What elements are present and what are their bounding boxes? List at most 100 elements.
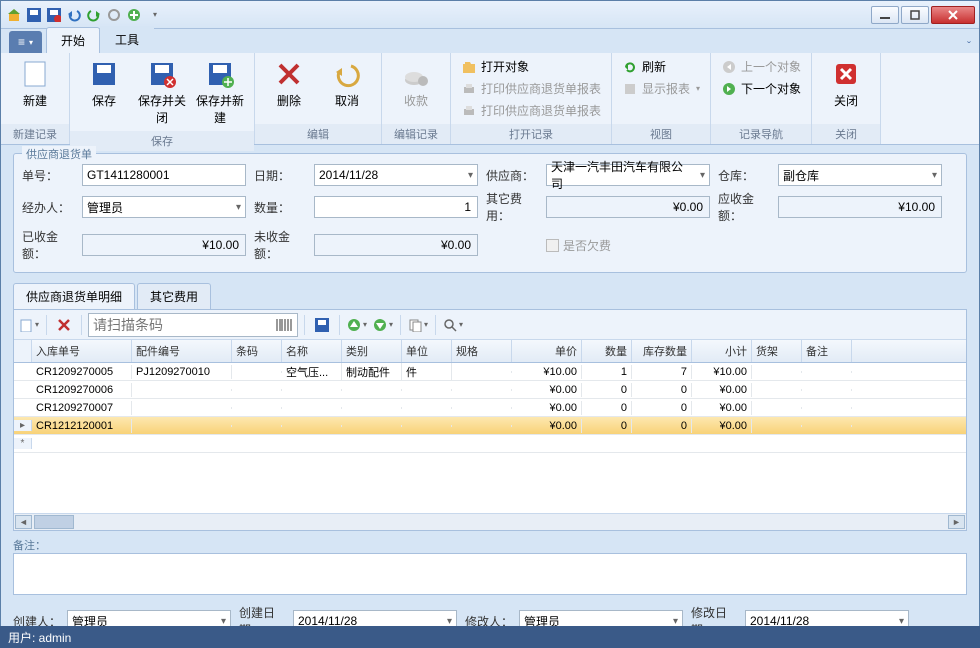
group-edit-record: 编辑记录 [382,124,450,144]
receivable-label: 应收金额： [718,190,774,224]
received-label: 已收金额： [22,228,78,262]
save-new-button[interactable]: 保存并新建 [192,56,248,128]
group-close: 关闭 [812,124,880,144]
show-report-button: 显示报表▾ [618,78,704,99]
qty-input[interactable] [314,196,478,218]
cancel-button[interactable]: 取消 [319,56,375,111]
unreceived-label: 未收金额： [254,228,310,262]
grid[interactable]: 入库单号 配件编号 条码 名称 类别 单位 规格 单价 数量 库存数量 小计 货… [14,340,966,530]
delete-label: 删除 [277,92,301,109]
save-close-label: 保存并关闭 [136,92,188,126]
status-user: 用户: admin [8,629,71,646]
barcode-input[interactable] [88,313,298,337]
delete-icon [273,58,305,90]
ribbon: 新建 新建记录 保存 保存并关闭 保存并新建 保存 删除 [1,53,979,145]
start-tab[interactable]: 开始 [46,27,100,53]
cancel-icon [331,58,363,90]
save-icon[interactable] [25,6,43,24]
warehouse-combo[interactable]: 副仓库 [778,164,942,186]
group-save: 保存 [70,131,254,151]
group-new-record: 新建记录 [1,124,69,144]
otherfee-input [546,196,710,218]
refresh-button[interactable]: 刷新 [618,56,704,77]
file-tab[interactable]: ≡▾ [9,31,42,53]
collect-icon [400,58,432,90]
date-input[interactable]: 2014/11/28 [314,164,478,186]
save-close-button[interactable]: 保存并关闭 [134,56,190,128]
add-qat-icon[interactable] [125,6,143,24]
grid-toolbar [14,310,966,340]
delete-button[interactable]: 删除 [261,56,317,111]
detail-tabs: 供应商退货单明细 其它费用 [1,277,979,309]
undo-icon[interactable] [65,6,83,24]
print-icon [461,81,477,97]
receivable-input [778,196,942,218]
table-row[interactable]: CR1209270005 PJ1209270010 空气压... 制动配件 件 … [14,363,966,381]
print-report2-button: 打印供应商退货单报表 [457,100,605,121]
new-label: 新建 [23,92,47,109]
save-label: 保存 [92,92,116,109]
open-object-button[interactable]: 打开对象 [457,56,605,77]
prev-record-button: 上一个对象 [717,56,805,77]
table-row[interactable]: ▸ CR1212120001 ¥0.00 0 0 ¥0.00 [14,417,966,435]
home-icon[interactable] [5,6,23,24]
print-report1-button: 打印供应商退货单报表 [457,78,605,99]
maximize-button[interactable] [901,6,929,24]
minimize-button[interactable] [871,6,899,24]
window-buttons [871,6,975,24]
close-button[interactable]: 关闭 [818,56,874,111]
refresh-qat-icon[interactable] [105,6,123,24]
supplier-label: 供应商： [486,167,542,184]
supplier-combo[interactable]: 天津一汽丰田汽车有限公司 [546,164,710,186]
date-label: 日期： [254,167,310,184]
grid-new-row[interactable]: * [14,435,966,453]
close-window-button[interactable] [931,6,975,24]
grid-hscroll[interactable]: ◄► [14,513,966,530]
grid-search-button[interactable] [442,314,464,336]
qat-more-icon[interactable] [145,6,163,24]
unreceived-input [314,234,478,256]
is-owed-checkbox: 是否欠费 [546,237,611,254]
grid-up-button[interactable] [346,314,368,336]
barcode-icon [275,316,293,334]
grid-new-button[interactable] [18,314,40,336]
return-order-groupbox: 供应商退货单 单号： 日期：2014/11/28 供应商：天津一汽丰田汽车有限公… [13,153,967,273]
remarks-textarea[interactable] [13,553,967,595]
grid-delete-button[interactable] [53,314,75,336]
table-row[interactable]: CR1209270007 ¥0.00 0 0 ¥0.00 [14,399,966,417]
grid-save-button[interactable] [311,314,333,336]
next-record-button[interactable]: 下一个对象 [717,78,805,99]
group-nav: 记录导航 [711,124,811,144]
report-icon [622,81,638,97]
titlebar [1,1,979,29]
tab-detail[interactable]: 供应商退货单明细 [13,283,135,309]
save-new-label: 保存并新建 [194,92,246,126]
handler-label: 经办人： [22,199,78,216]
received-input [82,234,246,256]
grid-panel: 入库单号 配件编号 条码 名称 类别 单位 规格 单价 数量 库存数量 小计 货… [13,309,967,531]
group-view: 视图 [612,124,710,144]
table-row[interactable]: CR1209270006 ¥0.00 0 0 ¥0.00 [14,381,966,399]
redo-icon[interactable] [85,6,103,24]
new-button[interactable]: 新建 [7,56,63,111]
tab-other-fee[interactable]: 其它费用 [137,283,211,309]
form-area: 供应商退货单 单号： 日期：2014/11/28 供应商：天津一汽丰田汽车有限公… [1,145,979,277]
save-button[interactable]: 保存 [76,56,132,111]
no-input[interactable] [82,164,246,186]
otherfee-label: 其它费用： [486,190,542,224]
handler-combo[interactable]: 管理员 [82,196,246,218]
grid-copy-button[interactable] [407,314,429,336]
close-label: 关闭 [834,92,858,109]
cancel-label: 取消 [335,92,359,109]
groupbox-title: 供应商退货单 [22,146,96,162]
grid-down-button[interactable] [372,314,394,336]
save-close-icon[interactable] [45,6,63,24]
warehouse-label: 仓库： [718,167,774,184]
ribbon-collapse-icon[interactable]: ˇ [967,39,971,53]
new-icon [19,58,51,90]
collect-button: 收款 [388,56,444,111]
save-close-ribbon-icon [146,58,178,90]
tools-tab[interactable]: 工具 [100,26,154,53]
prev-icon [721,59,737,75]
next-icon [721,81,737,97]
